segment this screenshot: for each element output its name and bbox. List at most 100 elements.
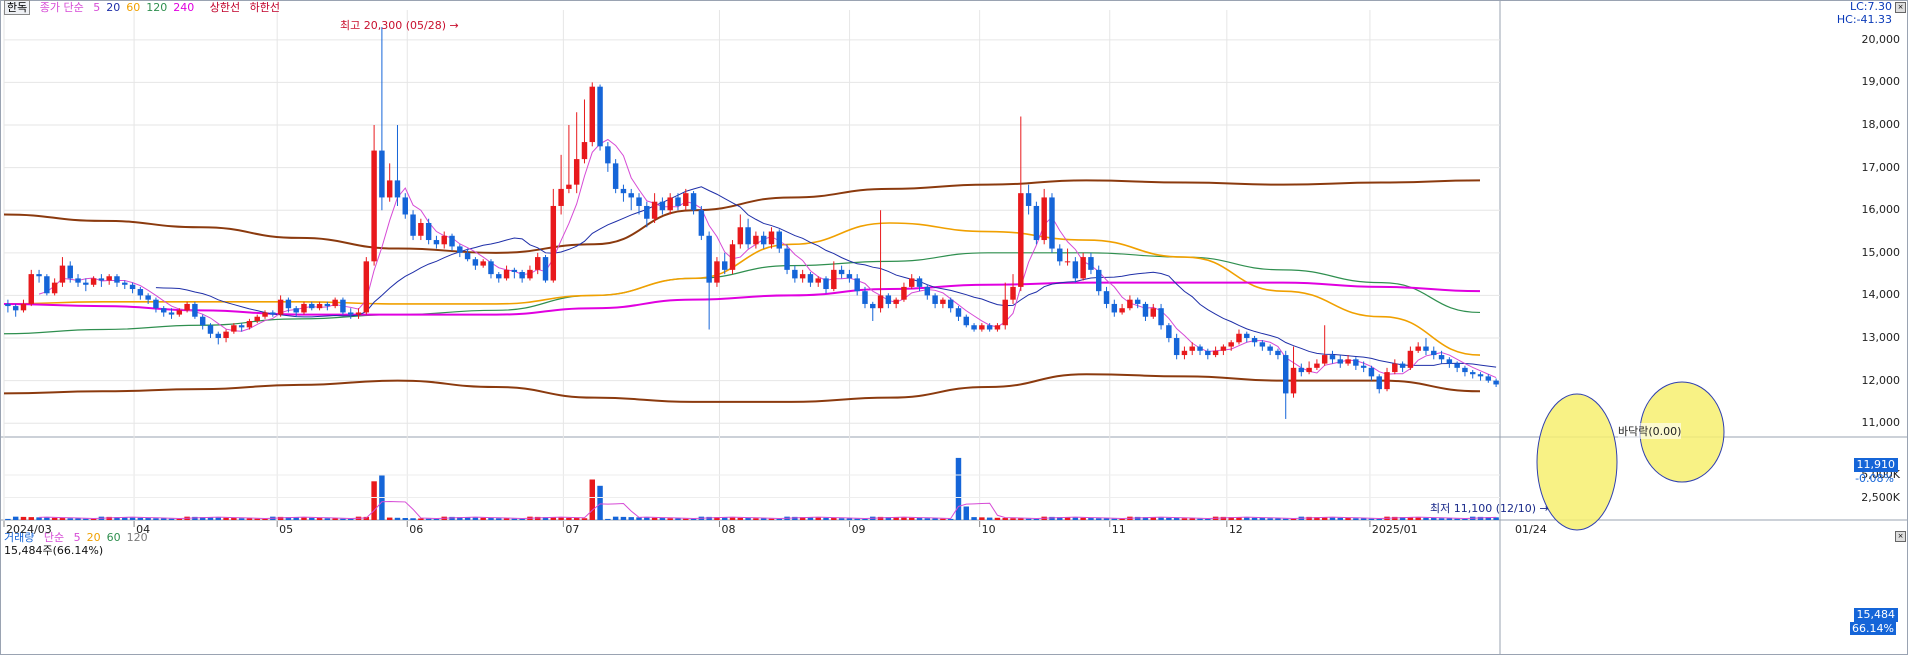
volume-bar	[1337, 517, 1343, 520]
candle-body	[870, 303, 876, 309]
candle-body	[1064, 261, 1071, 263]
volume-bar	[558, 517, 564, 520]
candle-body	[651, 201, 658, 219]
candle-body	[386, 180, 393, 198]
volume-bar	[511, 518, 518, 520]
volume-pane-close-icon[interactable]: ×	[1895, 531, 1906, 542]
volume-bar	[488, 518, 494, 520]
candle-body	[854, 278, 860, 292]
candle-body	[1244, 333, 1250, 339]
candle-body	[1088, 257, 1094, 270]
candle-body	[807, 274, 814, 283]
price-tick-label: 20,000	[1861, 32, 1901, 46]
volume-ma5-line	[39, 500, 1497, 519]
candle-body	[909, 278, 915, 287]
candle-body	[20, 303, 27, 311]
candle-body	[1407, 350, 1414, 368]
stock-name-tab[interactable]: 한독	[4, 0, 31, 15]
volume-bar	[324, 518, 331, 520]
volume-bar	[1462, 518, 1468, 520]
candle-body	[207, 325, 214, 334]
candle-body	[98, 278, 105, 281]
candle-body	[316, 303, 323, 309]
candle-body	[901, 286, 907, 300]
date-tick-label: 2025/01	[1371, 523, 1418, 536]
volume-bar	[1111, 518, 1118, 520]
candle-body	[28, 274, 34, 304]
candle-body	[238, 325, 245, 328]
volume-bar	[371, 481, 377, 520]
candle-body	[1189, 346, 1195, 351]
volume-bar	[1353, 518, 1359, 520]
high-annotation: 최고 20,300 (05/28) →	[340, 19, 459, 32]
candle-body	[1173, 338, 1180, 356]
volume-bar	[246, 518, 253, 520]
volume-bar	[1283, 518, 1289, 520]
candle-body	[293, 308, 299, 313]
candle-body	[51, 282, 58, 294]
candle-body	[581, 142, 588, 160]
candle-body	[1267, 346, 1273, 351]
volume-bar	[168, 518, 175, 520]
price-tick-label: 17,000	[1861, 160, 1901, 174]
date-tick-label: 06	[409, 523, 424, 536]
candle-body	[1142, 303, 1149, 317]
candle-body	[1103, 291, 1110, 304]
price-tick-label: 11,000	[1861, 416, 1901, 430]
candle-body	[831, 269, 837, 290]
volume-bar	[628, 517, 634, 520]
volume-bar	[909, 517, 915, 520]
pane-close-icon[interactable]: ×	[1895, 2, 1906, 13]
volume-bar	[589, 479, 595, 520]
volume-bar	[831, 518, 837, 520]
volume-bar	[815, 517, 821, 520]
candle-body	[441, 235, 447, 245]
volume-bar	[1431, 518, 1437, 520]
date-tick-label: 04	[136, 523, 151, 536]
volume-bar	[472, 517, 479, 520]
candle-body	[947, 299, 954, 309]
highlight-circle-1	[1536, 393, 1618, 531]
candle-body	[332, 299, 338, 307]
price-tick-label: 16,000	[1861, 203, 1901, 217]
price-tick-label: 13,000	[1861, 331, 1901, 345]
candle-body	[231, 325, 237, 332]
volume-bar	[1205, 518, 1211, 520]
candle-body	[1298, 367, 1305, 373]
volume-bar	[153, 518, 159, 520]
ma-period-5: 5	[93, 1, 101, 14]
volume-bar	[59, 518, 66, 520]
volume-change: 66.14%	[1850, 622, 1896, 635]
candle-body	[846, 274, 853, 279]
volume-bar	[1376, 518, 1382, 520]
volume-bar	[854, 518, 860, 520]
volume-bar	[402, 518, 408, 520]
candle-body	[1033, 205, 1040, 241]
candle-body	[433, 240, 440, 245]
volume-bar	[1033, 518, 1040, 520]
candle-body	[1228, 342, 1234, 347]
volume-bar	[1173, 518, 1180, 520]
volume-bar	[67, 518, 73, 520]
candle-body	[542, 257, 549, 281]
current-price-tag: 11,910	[1853, 458, 1898, 472]
candle-body	[628, 193, 634, 198]
candle-body	[1212, 350, 1219, 356]
volume-bar	[597, 485, 603, 520]
volume-bar	[301, 517, 307, 520]
candle-body	[1220, 346, 1227, 351]
candle-body	[176, 310, 183, 315]
candle-body	[1462, 367, 1468, 373]
candle-body	[1446, 359, 1453, 364]
signal-annotation: 바닥락(0.00)	[1618, 423, 1682, 439]
candle-body	[714, 261, 720, 283]
volume-bar	[940, 518, 946, 520]
candle-body	[986, 325, 993, 330]
candle-body	[799, 274, 806, 279]
candle-body	[745, 227, 751, 245]
volume-bar	[28, 517, 34, 520]
volume-bar	[1446, 518, 1453, 520]
ma-period-120: 120	[146, 1, 168, 14]
volume-bar	[1189, 518, 1195, 520]
volume-bar	[176, 518, 183, 520]
